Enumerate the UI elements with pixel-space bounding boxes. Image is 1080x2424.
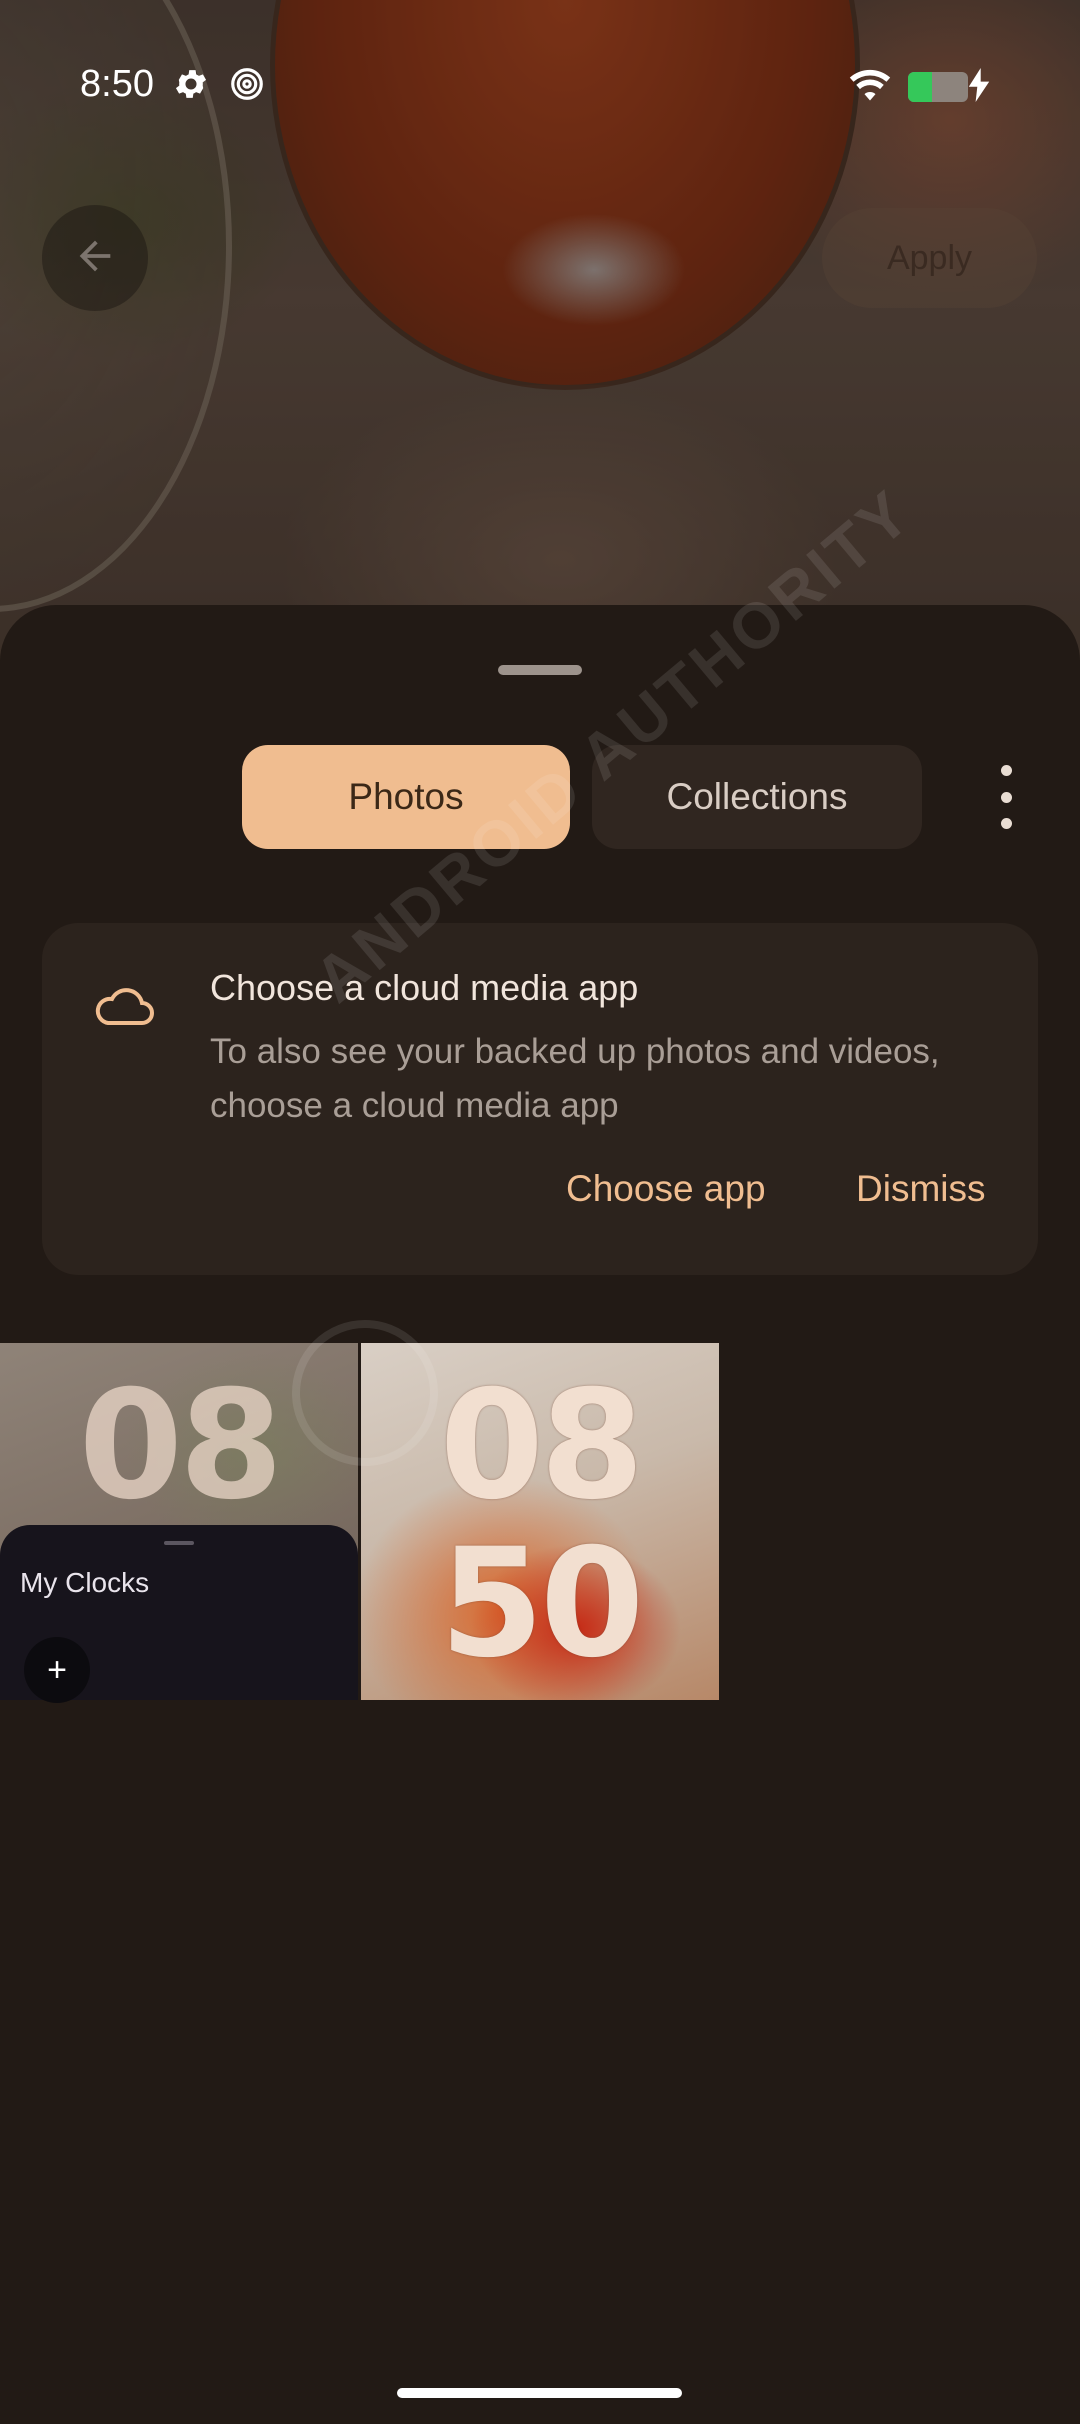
my-clocks-panel: My Clocks + [0, 1525, 358, 1703]
dismiss-button[interactable]: Dismiss [856, 1168, 985, 1210]
cloud-media-card: Choose a cloud media app To also see you… [42, 923, 1038, 1275]
battery-icon [908, 72, 968, 102]
photo-picker-sheet: Photos Collections Choose a cloud media … [0, 605, 1080, 2424]
apply-button[interactable]: Apply [822, 208, 1037, 308]
gear-icon [172, 65, 210, 108]
clock-digits: 50 [439, 1517, 645, 1691]
clock-digits: 08 [78, 1359, 284, 1533]
my-clocks-title: My Clocks [20, 1567, 150, 1598]
tab-photos[interactable]: Photos [242, 745, 570, 849]
spiral-icon [228, 65, 266, 108]
more-vert-icon [1000, 765, 1012, 776]
card-title: Choose a cloud media app [210, 967, 639, 1008]
gesture-navigation-bar[interactable] [397, 2388, 682, 2398]
sheet-drag-handle[interactable] [498, 665, 582, 675]
clock-digits: 08 [439, 1359, 645, 1533]
charging-bolt-icon [968, 68, 990, 107]
more-options-button[interactable] [990, 765, 1022, 829]
cloud-icon [92, 983, 156, 1032]
wifi-icon [848, 65, 892, 108]
tab-collections[interactable]: Collections [592, 745, 922, 849]
choose-app-button[interactable]: Choose app [566, 1168, 766, 1210]
panel-drag-handle [164, 1541, 194, 1545]
status-bar: 8:50 [0, 55, 1080, 125]
photo-thumbnail[interactable]: 08 50 [361, 1343, 719, 1700]
arrow-left-icon [72, 233, 118, 284]
status-time: 8:50 [80, 63, 154, 105]
back-button[interactable] [42, 205, 148, 311]
card-description: To also see your backed up photos and vi… [210, 1032, 940, 1125]
add-clock-button[interactable]: + [24, 1637, 90, 1703]
